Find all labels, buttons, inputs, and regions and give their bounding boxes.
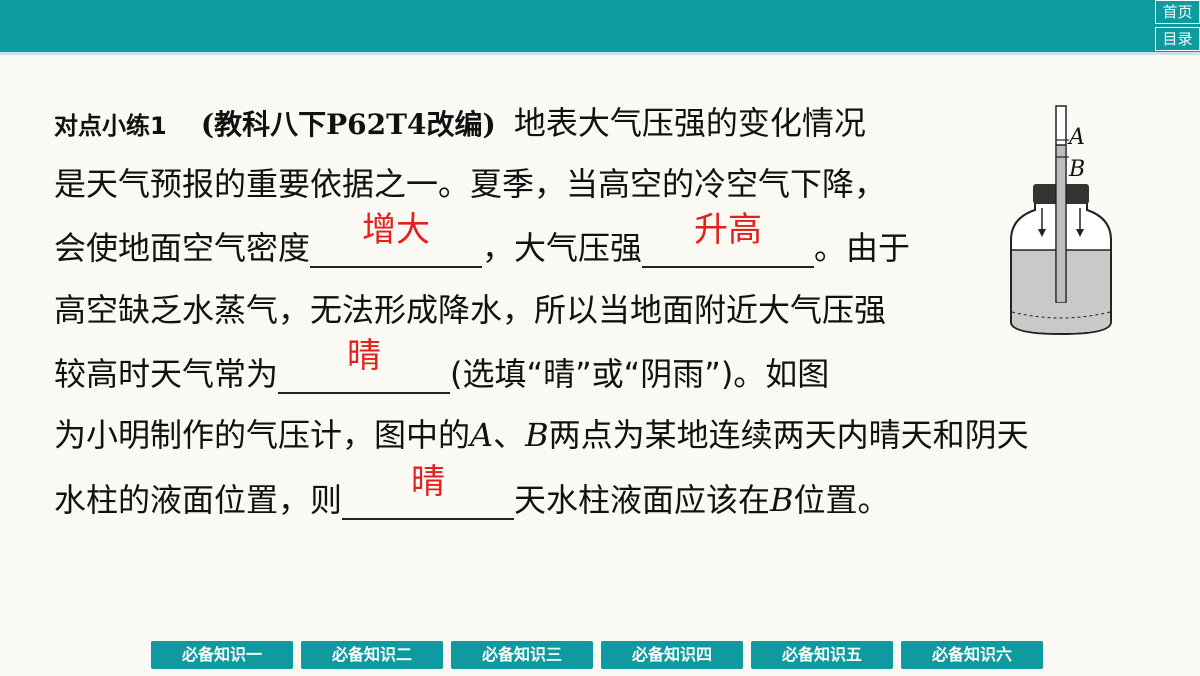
nav-button-knowledge-3[interactable]: 必备知识三: [451, 641, 593, 669]
text-segment: 会使地面空气密度: [54, 229, 311, 267]
point-a-label: A: [470, 416, 494, 454]
nav-button-knowledge-2[interactable]: 必备知识二: [301, 641, 443, 669]
question-line-4: 高空缺乏水蒸气，无法形成降水，所以当地面附近大气压强: [54, 290, 886, 330]
question-line-7: 水柱的液面位置，则 晴 天水柱液面应该在B位置。: [54, 462, 890, 520]
question-line-6: 为小明制作的气压计，图中的A、B两点为某地连续两天内晴天和阴天: [54, 415, 1029, 455]
text-segment: (选填“晴”或“阴雨”)。如图: [450, 355, 830, 393]
tube-water-column: [1057, 145, 1065, 302]
point-b-label: B: [525, 416, 549, 454]
text-segment: 、: [493, 416, 526, 454]
exercise-label: 对点小练1: [54, 112, 167, 140]
table-of-contents-button[interactable]: 目录: [1155, 27, 1200, 51]
home-button[interactable]: 首页: [1155, 0, 1200, 24]
barometer-diagram: A B: [1010, 105, 1112, 336]
answer-blank-day: 晴: [342, 462, 515, 520]
answer-blank-weather: 晴: [278, 336, 451, 394]
answer-text: 增大: [362, 210, 431, 250]
diagram-label-b: B: [1068, 157, 1085, 182]
text-segment: 位置。: [793, 481, 890, 519]
text-segment: 两点为某地连续两天内晴天和阴天: [548, 416, 1029, 454]
text-segment: 地表大气压强的变化情况: [513, 104, 866, 142]
text-segment: 为小明制作的气压计，图中的: [54, 416, 471, 454]
text-segment: 水柱的液面位置，则: [54, 481, 343, 519]
question-source: (教科八下P62T4改编): [200, 108, 496, 141]
answer-text: 晴: [411, 462, 446, 502]
nav-button-knowledge-6[interactable]: 必备知识六: [901, 641, 1043, 669]
text-segment: 较高时天气常为: [54, 355, 279, 393]
answer-text: 晴: [347, 336, 382, 376]
point-b-label: B: [770, 481, 794, 519]
nav-button-knowledge-4[interactable]: 必备知识四: [601, 641, 743, 669]
banner-divider: [0, 52, 1200, 55]
nav-button-knowledge-1[interactable]: 必备知识一: [151, 641, 293, 669]
question-line-2: 是天气预报的重要依据之一。夏季，当高空的冷空气下降，: [54, 164, 886, 204]
question-line-3: 会使地面空气密度 增大 ，大气压强 升高 。由于: [54, 210, 911, 268]
question-line-5: 较高时天气常为 晴 (选填“晴”或“阴雨”)。如图: [54, 336, 830, 394]
text-segment: 。由于: [814, 229, 911, 267]
answer-text: 升高: [694, 210, 763, 250]
nav-button-knowledge-5[interactable]: 必备知识五: [751, 641, 893, 669]
text-segment: 天水柱液面应该在: [514, 481, 771, 519]
text-segment: 是天气预报的重要依据之一。夏季，当高空的冷空气下降，: [54, 165, 887, 203]
answer-blank-pressure: 升高: [642, 210, 815, 268]
question-line-1: 对点小练1 (教科八下P62T4改编) 地表大气压强的变化情况: [54, 103, 866, 143]
top-banner: [0, 0, 1200, 52]
diagram-label-a: A: [1067, 125, 1085, 150]
answer-blank-density: 增大: [310, 210, 483, 268]
text-segment: 高空缺乏水蒸气，无法形成降水，所以当地面附近大气压强: [54, 291, 887, 329]
text-segment: ，大气压强: [482, 229, 643, 267]
